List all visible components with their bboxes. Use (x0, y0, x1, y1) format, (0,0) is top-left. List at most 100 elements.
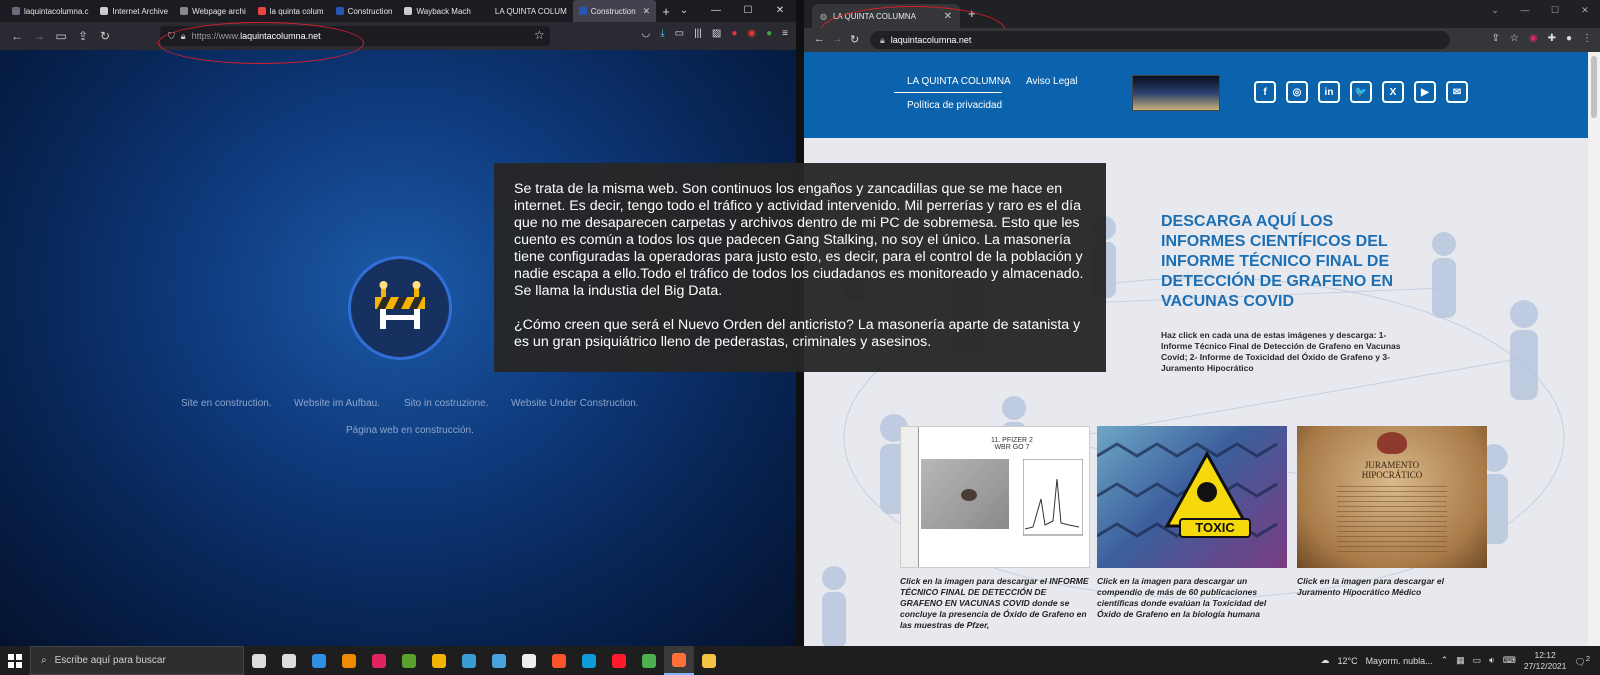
weather-cloud-icon[interactable]: ☁ (1320, 655, 1329, 666)
app-red-icon[interactable] (364, 646, 394, 675)
notepad-icon[interactable] (484, 646, 514, 675)
app-glyph (462, 653, 476, 668)
timeline-icon[interactable] (274, 646, 304, 675)
tab-search-icon[interactable]: ⌄ (1480, 0, 1510, 20)
page-scrollbar[interactable] (1588, 52, 1600, 646)
reload-button[interactable]: ↻ (850, 33, 859, 46)
chrome-icon[interactable] (634, 646, 664, 675)
firefox-tab-label: Internet Archive (112, 6, 169, 16)
browser-app-icon[interactable] (304, 646, 334, 675)
tray-chevron-icon[interactable]: ⌃ (1441, 655, 1449, 666)
site-header: LA QUINTA COLUMNA Aviso Legal Política d… (804, 52, 1588, 138)
firefox-tab[interactable]: Construction ✕ (572, 0, 657, 22)
extension-color-icon[interactable]: ◉ (1529, 33, 1538, 44)
reload-button[interactable]: ↻ (94, 29, 116, 43)
scroll-thumb[interactable] (1591, 56, 1597, 118)
nav-legal-link[interactable]: Aviso Legal (1026, 76, 1078, 87)
explorer-icon[interactable] (694, 646, 724, 675)
downloads-icon[interactable]: ⤓ (660, 28, 664, 39)
sidebar-icon[interactable]: ▭ (50, 29, 72, 43)
app-green-icon[interactable] (394, 646, 424, 675)
firefox-tab[interactable]: laquintacolumna.c (6, 0, 94, 22)
firefox-tab[interactable]: Webpage archi (174, 0, 252, 22)
firefox-tab[interactable]: Internet Archive (94, 0, 174, 22)
lock-icon[interactable]: 🔒︎ (880, 35, 885, 46)
pfizer-report-thumbnail[interactable]: 11. PFIZER 2 WBR GO 7 (900, 426, 1090, 568)
account-icon[interactable]: ⇪ (72, 29, 94, 43)
firefox-tab-label: Webpage archi (192, 6, 246, 16)
taskbar-search-box[interactable]: ⌕ Escribe aquí para buscar (30, 646, 244, 675)
file-icon[interactable] (514, 646, 544, 675)
chrome-canary-icon[interactable] (424, 646, 454, 675)
forward-button[interactable]: → (832, 33, 843, 45)
back-button[interactable]: ← (6, 29, 28, 43)
firefox-generic-icon (12, 7, 20, 15)
start-button[interactable] (0, 646, 30, 675)
hippocratic-oath-thumbnail[interactable]: JURAMENTO HIPOCRÁTICO (1297, 426, 1487, 568)
windows-logo-icon (8, 653, 22, 668)
close-tab-icon[interactable]: ✕ (643, 6, 651, 17)
network-icon[interactable]: ▭ (1473, 655, 1482, 666)
pocket-icon[interactable]: ◡ (641, 28, 650, 39)
linkedin-icon[interactable]: in (1318, 81, 1340, 103)
site-logo-book-image[interactable] (1132, 75, 1220, 111)
screenshot-icon[interactable]: ▨ (712, 28, 721, 39)
opera-icon[interactable] (604, 646, 634, 675)
back-button[interactable]: ← (814, 33, 825, 45)
instagram-icon[interactable]: ◎ (1286, 81, 1308, 103)
app-glyph (432, 653, 446, 668)
extension-green-icon[interactable]: ● (766, 28, 772, 39)
task-view-icon[interactable] (244, 646, 274, 675)
brave-icon[interactable] (544, 646, 574, 675)
maximize-button[interactable]: ☐ (732, 0, 764, 22)
volume-icon[interactable]: 🔉︎ (1489, 655, 1495, 666)
construction-text-es: Página web en construcción. (346, 425, 474, 436)
extensions-puzzle-icon[interactable]: ✚ (1548, 33, 1556, 44)
tray-app-icon[interactable]: ▦ (1456, 655, 1465, 666)
edge-icon[interactable] (574, 646, 604, 675)
notifications-icon[interactable]: 🗨︎2 (1574, 654, 1590, 668)
folder-icon[interactable]: ▭ (675, 28, 684, 39)
language-icon[interactable]: ⌨ (1503, 655, 1516, 666)
close-window-button[interactable]: ✕ (1570, 0, 1600, 20)
library-icon[interactable]: ||| (694, 28, 702, 39)
graphene-lattice-icon (1097, 442, 1278, 538)
menu-icon[interactable]: ≡ (782, 28, 788, 39)
app-glyph (642, 653, 656, 668)
taskbar-clock[interactable]: 12:12 27/12/2021 (1524, 650, 1567, 672)
chrome-omnibox[interactable]: 🔒︎ laquintacolumna.net (870, 31, 1450, 49)
app-bird-icon[interactable] (454, 646, 484, 675)
firefox-icon[interactable] (664, 646, 694, 675)
firefox-tab[interactable]: Construction (330, 0, 399, 22)
weather-temp[interactable]: 12°C (1337, 656, 1357, 666)
toxic-graphene-thumbnail[interactable]: TOXIC (1097, 426, 1287, 568)
firefox-tab[interactable]: la quinta colum (252, 0, 330, 22)
minimize-button[interactable]: — (1510, 0, 1540, 20)
email-icon[interactable]: ✉ (1446, 81, 1468, 103)
nav-home-link[interactable]: LA QUINTA COLUMNA (907, 76, 1011, 87)
chrome-menu-icon[interactable]: ⋮ (1582, 33, 1592, 44)
firefox-tab[interactable]: Wayback Mach (398, 0, 476, 22)
oath-title: JURAMENTO HIPOCRÁTICO (1361, 460, 1423, 480)
facebook-icon[interactable]: f (1254, 81, 1276, 103)
forward-button[interactable]: → (28, 29, 50, 43)
share-icon[interactable]: ⇪ (1491, 33, 1499, 44)
record-icon[interactable]: ● (731, 28, 737, 39)
archive-icon (100, 7, 109, 15)
minimize-button[interactable]: — (700, 0, 732, 22)
construction-site-icon (335, 7, 344, 15)
close-window-button[interactable]: ✕ (764, 0, 796, 22)
twitter-icon[interactable]: 🐦 (1350, 81, 1372, 103)
weather-description[interactable]: Mayorm. nubla... (1366, 656, 1433, 666)
firefox-tab[interactable]: LA QUINTA COLUM (477, 0, 573, 22)
extension-red-icon[interactable]: ◉ (747, 28, 756, 39)
maximize-button[interactable]: ☐ (1540, 0, 1570, 20)
profile-icon[interactable]: ● (1566, 33, 1572, 44)
bookmark-star-icon[interactable]: ☆ (1510, 33, 1519, 44)
vlc-icon[interactable] (334, 646, 364, 675)
xing-icon[interactable]: X (1382, 81, 1404, 103)
bookmark-star-icon[interactable]: ☆ (534, 28, 545, 42)
list-tabs-icon[interactable]: ⌄ (668, 0, 700, 22)
nav-privacy-link[interactable]: Política de privacidad (907, 100, 1002, 111)
youtube-icon[interactable]: ▶ (1414, 81, 1436, 103)
